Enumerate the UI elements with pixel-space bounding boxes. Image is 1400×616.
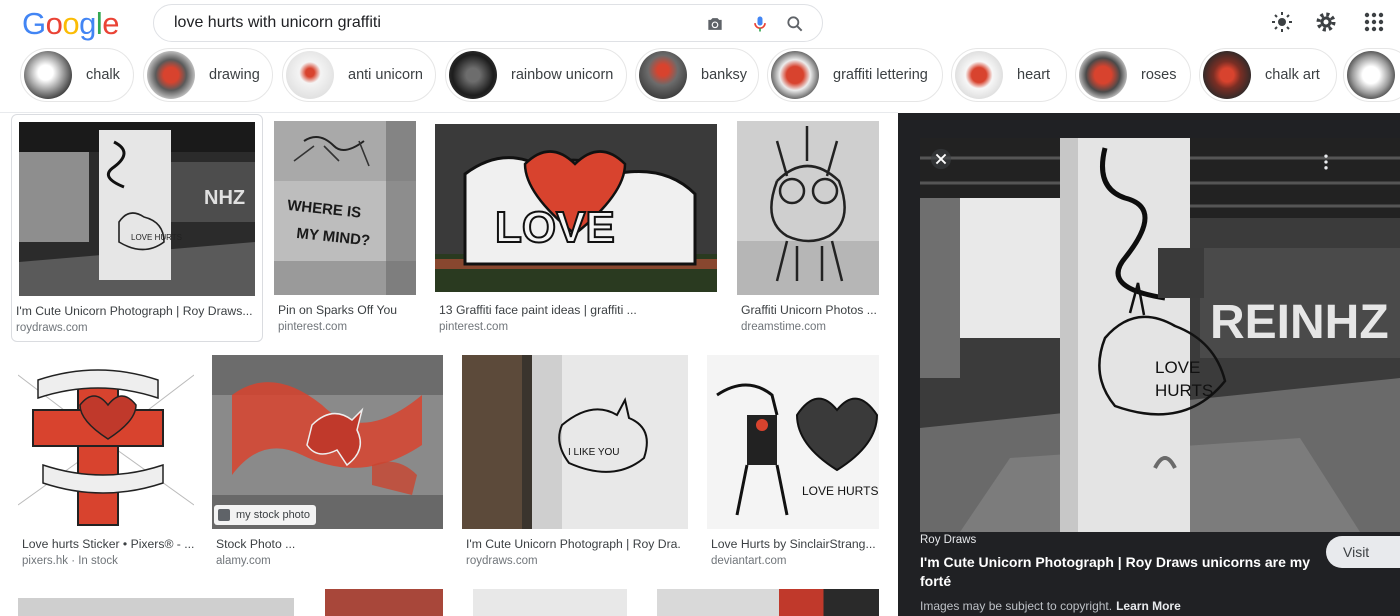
- chip-thumbnail: [24, 51, 72, 99]
- svg-text:LOVE HURTS: LOVE HURTS: [802, 484, 878, 498]
- chip-label: graffiti lettering: [833, 67, 928, 83]
- result-image: NHZ LOVE HURTS: [19, 122, 255, 296]
- chip-more[interactable]: [1343, 48, 1400, 102]
- result-title[interactable]: Love hurts Sticker • Pixers® - ...: [22, 537, 194, 551]
- chip-label: banksy: [701, 67, 747, 83]
- image-source-badge: my stock photo: [214, 505, 316, 525]
- result-image: [212, 355, 443, 529]
- google-logo[interactable]: Google: [22, 6, 120, 42]
- copyright-text: Images may be subject to copyright.: [920, 599, 1113, 613]
- camera-icon[interactable]: [705, 14, 725, 34]
- settings-gear-icon[interactable]: [1314, 10, 1338, 34]
- result-source: pinterest.com: [439, 321, 509, 333]
- visit-button-label: Visit: [1343, 544, 1370, 560]
- microphone-icon[interactable]: [750, 14, 770, 34]
- chip-thumbnail: [286, 51, 334, 99]
- svg-text:NHZ: NHZ: [204, 187, 245, 209]
- result-tile[interactable]: WHERE IS MY MIND? Pin on Sparks Off You …: [274, 121, 416, 341]
- chip-banksy[interactable]: banksy: [635, 48, 759, 102]
- result-title[interactable]: Stock Photo ...: [216, 537, 416, 551]
- header-divider: [0, 112, 898, 113]
- result-image: [737, 121, 879, 295]
- svg-text:I LIKE YOU: I LIKE YOU: [568, 447, 620, 458]
- chip-chalk-art[interactable]: chalk art: [1199, 48, 1337, 102]
- search-box[interactable]: [153, 4, 823, 42]
- learn-more-link[interactable]: Learn More: [1116, 599, 1181, 613]
- result-source: alamy.com: [216, 555, 271, 567]
- chip-label: roses: [1141, 67, 1177, 83]
- svg-text:LOVE: LOVE: [1155, 358, 1200, 377]
- copyright-notice: Images may be subject to copyright. Learn…: [920, 599, 1181, 613]
- result-image: WHERE IS MY MIND?: [274, 121, 416, 295]
- result-tile[interactable]: LOVE 13 Graffiti face paint ideas | graf…: [435, 124, 717, 340]
- chip-label: anti unicorn: [348, 67, 423, 83]
- result-source: roydraws.com: [466, 555, 538, 567]
- result-title[interactable]: 13 Graffiti face paint ideas | graffiti …: [439, 303, 649, 317]
- image-icon: [218, 509, 230, 521]
- result-title[interactable]: I'm Cute Unicorn Photograph | Roy Dra...: [466, 537, 681, 551]
- brightness-icon[interactable]: [1270, 10, 1294, 34]
- result-title[interactable]: Graffiti Unicorn Photos ...: [741, 303, 881, 317]
- result-image: I LIKE YOU: [462, 355, 688, 529]
- chip-chalk[interactable]: chalk: [20, 48, 134, 102]
- search-icon[interactable]: [785, 14, 805, 34]
- chip-label: drawing: [209, 67, 260, 83]
- result-source: pixers.hk · In stock: [22, 555, 118, 567]
- result-source: roydraws.com: [16, 322, 88, 334]
- chip-label: heart: [1017, 67, 1051, 83]
- result-image: [18, 355, 194, 529]
- chip-roses[interactable]: roses: [1075, 48, 1191, 102]
- svg-text:LOVE: LOVE: [495, 203, 615, 252]
- result-image: LOVE HURTS: [707, 355, 879, 529]
- chip-thumbnail: [1203, 51, 1251, 99]
- result-title[interactable]: Pin on Sparks Off You: [278, 303, 418, 317]
- result-tile[interactable]: LOVE HURTS Love Hurts by SinclairStrang.…: [707, 355, 879, 573]
- chip-rainbow-unicorn[interactable]: rainbow unicorn: [445, 48, 627, 102]
- svg-text:REINHZ: REINHZ: [1210, 296, 1389, 349]
- close-icon[interactable]: [930, 148, 952, 170]
- svg-text:HURTS: HURTS: [1155, 381, 1213, 400]
- preview-title[interactable]: I'm Cute Unicorn Photograph | Roy Draws …: [920, 553, 1310, 591]
- result-tile[interactable]: Love hurts Sticker • Pixers® - ... pixer…: [18, 355, 194, 573]
- chip-thumbnail: [1079, 51, 1127, 99]
- result-tile[interactable]: I LIKE YOU I'm Cute Unicorn Photograph |…: [462, 355, 688, 573]
- result-source: pinterest.com: [278, 321, 348, 333]
- svg-text:LOVE HURTS: LOVE HURTS: [131, 233, 182, 242]
- chip-thumbnail: [1347, 51, 1395, 99]
- chip-label: chalk art: [1265, 67, 1320, 83]
- result-image: LOVE: [435, 124, 717, 292]
- result-tile[interactable]: Graffiti Unicorn Photos ... dreamstime.c…: [737, 121, 879, 341]
- chip-graffiti-lettering[interactable]: graffiti lettering: [767, 48, 943, 102]
- result-tile[interactable]: [657, 589, 879, 616]
- chip-drawing[interactable]: drawing: [143, 48, 273, 102]
- search-input[interactable]: [174, 5, 684, 41]
- visit-button[interactable]: Visit: [1326, 536, 1400, 568]
- badge-label: my stock photo: [236, 509, 310, 521]
- chip-thumbnail: [449, 51, 497, 99]
- more-options-icon[interactable]: [1316, 152, 1336, 172]
- related-search-chips: chalk drawing anti unicorn rainbow unico…: [0, 48, 1400, 104]
- result-tile[interactable]: NHZ LOVE HURTS I'm Cute Unicorn Photogra…: [11, 114, 263, 342]
- result-source: dreamstime.com: [741, 321, 826, 333]
- chip-thumbnail: [147, 51, 195, 99]
- result-title[interactable]: I'm Cute Unicorn Photograph | Roy Draws.…: [16, 304, 256, 318]
- chip-thumbnail: [771, 51, 819, 99]
- preview-image[interactable]: REINHZ LOVE HURTS: [920, 138, 1400, 532]
- result-tile[interactable]: my stock photo Stock Photo ... alamy.com: [212, 355, 443, 573]
- chip-label: chalk: [86, 67, 120, 83]
- result-tile[interactable]: [325, 589, 443, 616]
- chip-label: rainbow unicorn: [511, 67, 614, 83]
- apps-grid-icon[interactable]: [1362, 10, 1386, 34]
- result-title[interactable]: Love Hurts by SinclairStrang...: [711, 537, 879, 551]
- chip-thumbnail: [955, 51, 1003, 99]
- chip-anti-unicorn[interactable]: anti unicorn: [282, 48, 436, 102]
- result-source: deviantart.com: [711, 555, 787, 567]
- chip-heart[interactable]: heart: [951, 48, 1067, 102]
- result-tile[interactable]: [473, 589, 627, 616]
- preview-site-name[interactable]: Roy Draws: [920, 534, 976, 546]
- chip-thumbnail: [639, 51, 687, 99]
- result-tile[interactable]: [18, 598, 294, 616]
